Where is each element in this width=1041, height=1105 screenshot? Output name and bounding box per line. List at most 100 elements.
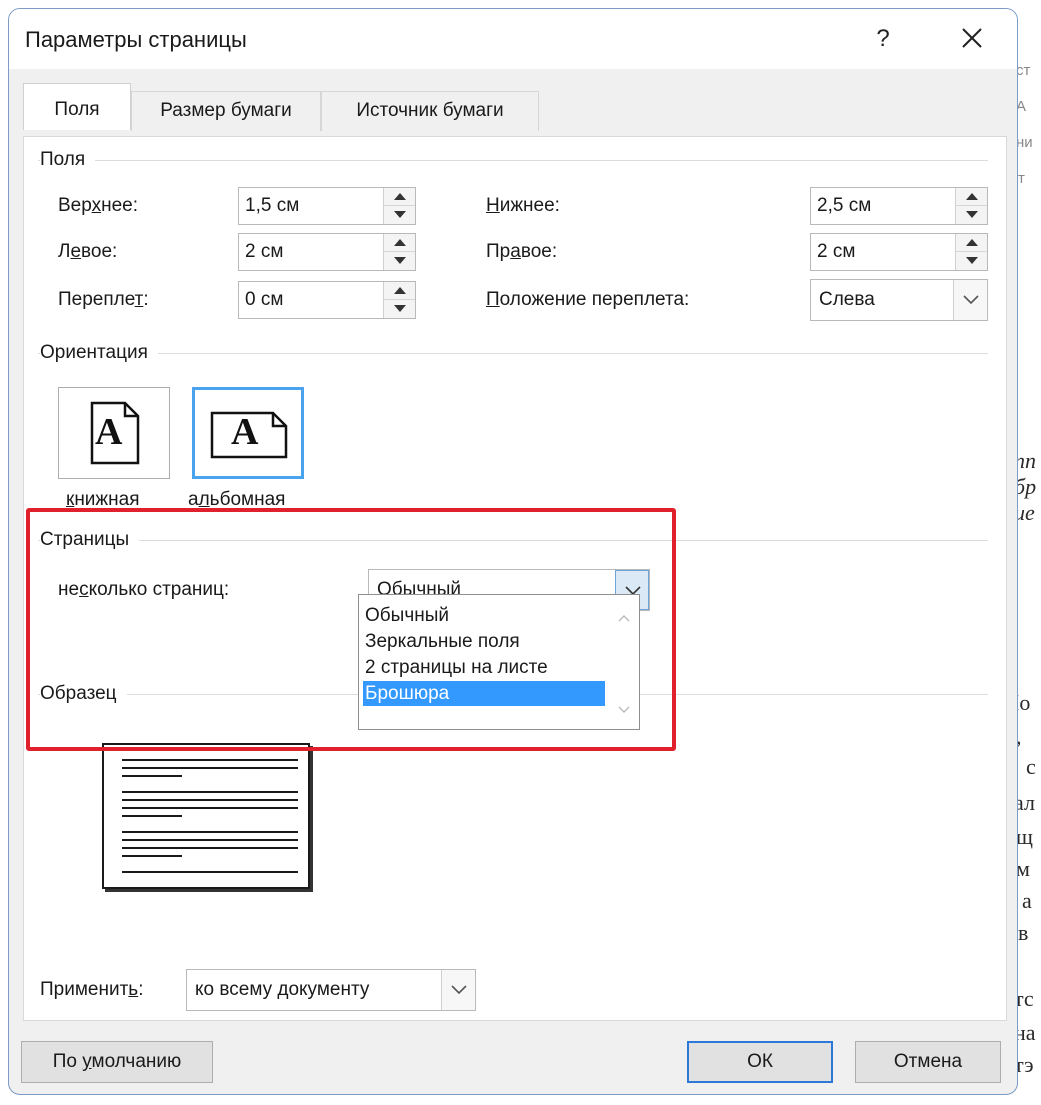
apply-to-label: Применить: bbox=[40, 979, 144, 1000]
set-as-default-button[interactable]: По умолчанию bbox=[21, 1041, 213, 1083]
arrow-up-icon bbox=[966, 193, 978, 200]
spin-up-button[interactable] bbox=[956, 188, 987, 206]
left-margin-stepper[interactable]: 2 см bbox=[238, 233, 416, 271]
chevron-down-icon bbox=[963, 295, 979, 305]
spin-down-button[interactable] bbox=[384, 206, 415, 224]
bg-text-fragment: т bbox=[1018, 170, 1025, 187]
dropdown-scrollbar[interactable] bbox=[609, 595, 639, 729]
chevron-down-icon bbox=[451, 985, 467, 995]
spin-down-button[interactable] bbox=[384, 252, 415, 270]
preview-line bbox=[122, 839, 298, 841]
preview-group-label: Образец bbox=[40, 683, 127, 705]
left-margin-value: 2 см bbox=[245, 241, 284, 262]
arrow-up-icon bbox=[394, 193, 406, 200]
arrow-down-icon bbox=[966, 257, 978, 264]
apply-to-select[interactable]: ко всему документу bbox=[186, 969, 476, 1011]
dropdown-button[interactable] bbox=[441, 970, 475, 1010]
spin-down-button[interactable] bbox=[956, 252, 987, 270]
preview-line bbox=[122, 847, 298, 849]
cancel-button[interactable]: Отмена bbox=[855, 1041, 1001, 1083]
title-bar: Параметры страницы ? bbox=[9, 9, 1017, 69]
dropdown-option-mirror-margins[interactable]: Зеркальные поля bbox=[363, 629, 605, 654]
arrow-up-icon bbox=[394, 287, 406, 294]
orientation-portrait-button[interactable]: A bbox=[58, 387, 170, 479]
gutter-position-select[interactable]: Слева bbox=[810, 279, 988, 321]
close-icon bbox=[962, 28, 982, 48]
multiple-pages-dropdown-list: Обычный Зеркальные поля 2 страницы на ли… bbox=[358, 594, 640, 730]
dropdown-option-normal[interactable]: Обычный bbox=[363, 603, 605, 628]
page-setup-dialog: Параметры страницы ? Поля Размер бумаги … bbox=[8, 8, 1018, 1095]
bottom-margin-stepper[interactable]: 2,5 см bbox=[810, 187, 988, 225]
apply-to-value: ко всему документу bbox=[195, 979, 370, 1000]
gutter-stepper[interactable]: 0 см bbox=[238, 281, 416, 319]
right-margin-stepper[interactable]: 2 см bbox=[810, 233, 988, 271]
landscape-label: альбомная bbox=[188, 489, 286, 510]
dropdown-option-two-pages-per-sheet[interactable]: 2 страницы на листе bbox=[363, 655, 605, 680]
landscape-glyph: A bbox=[231, 411, 259, 453]
gutter-position-value: Слева bbox=[819, 289, 875, 310]
spin-down-button[interactable] bbox=[384, 300, 415, 318]
arrow-up-icon bbox=[966, 239, 978, 246]
arrow-down-icon bbox=[394, 305, 406, 312]
group-divider bbox=[38, 540, 988, 541]
bg-text-fragment: ни bbox=[1016, 134, 1033, 151]
dropdown-button[interactable] bbox=[953, 280, 987, 320]
preview-line bbox=[122, 831, 298, 833]
group-divider bbox=[38, 353, 988, 354]
dropdown-option-book-fold[interactable]: Брошюра bbox=[363, 681, 605, 706]
arrow-down-icon bbox=[394, 257, 406, 264]
bottom-margin-label: Нижнее: bbox=[486, 195, 560, 216]
preview-line bbox=[122, 807, 298, 809]
top-margin-label: Верхнее: bbox=[58, 195, 138, 216]
bg-text-fragment: а bbox=[1022, 888, 1032, 913]
group-divider bbox=[38, 160, 988, 161]
gutter-position-label: Положение переплета: bbox=[486, 289, 690, 310]
arrow-down-icon bbox=[966, 211, 978, 218]
spin-down-button[interactable] bbox=[956, 206, 987, 224]
bg-text-fragment: в bbox=[1018, 920, 1029, 945]
left-margin-label: Левое: bbox=[58, 241, 118, 262]
preview-line bbox=[122, 871, 298, 873]
multiple-pages-label: несколько страниц: bbox=[58, 579, 230, 600]
gutter-label: Переплет: bbox=[58, 289, 149, 310]
tab-paper-source[interactable]: Источник бумаги bbox=[321, 91, 539, 131]
pages-group-label: Страницы bbox=[40, 529, 140, 551]
bottom-margin-value: 2,5 см bbox=[817, 195, 872, 216]
page-preview bbox=[102, 743, 310, 889]
preview-line bbox=[122, 815, 182, 817]
arrow-down-icon bbox=[394, 211, 406, 218]
preview-line bbox=[122, 791, 298, 793]
bg-text-fragment: м bbox=[1016, 856, 1030, 881]
preview-line bbox=[122, 775, 182, 777]
spin-up-button[interactable] bbox=[956, 234, 987, 252]
ok-button[interactable]: ОК bbox=[687, 1041, 833, 1083]
dialog-title: Параметры страницы bbox=[25, 27, 247, 52]
top-margin-stepper[interactable]: 1,5 см bbox=[238, 187, 416, 225]
scroll-down-icon[interactable] bbox=[617, 705, 631, 715]
margins-group-label: Поля bbox=[40, 149, 96, 171]
preview-line bbox=[122, 799, 298, 801]
bg-text-fragment: щ bbox=[1016, 824, 1033, 849]
tab-margins[interactable]: Поля bbox=[23, 83, 131, 130]
spin-up-button[interactable] bbox=[384, 234, 415, 252]
scroll-up-icon[interactable] bbox=[617, 613, 631, 623]
arrow-up-icon bbox=[394, 239, 406, 246]
preview-line bbox=[122, 855, 182, 857]
orientation-landscape-button[interactable]: A bbox=[192, 387, 304, 479]
help-button[interactable]: ? bbox=[863, 21, 903, 57]
right-margin-value: 2 см bbox=[817, 241, 856, 262]
top-margin-value: 1,5 см bbox=[245, 195, 300, 216]
preview-line bbox=[122, 759, 298, 761]
spin-up-button[interactable] bbox=[384, 188, 415, 206]
gutter-value: 0 см bbox=[245, 289, 284, 310]
bg-text-fragment: с bbox=[1026, 754, 1036, 779]
portrait-label: книжная bbox=[66, 489, 140, 510]
right-margin-label: Правое: bbox=[486, 241, 558, 262]
preview-line bbox=[122, 767, 298, 769]
portrait-glyph: A bbox=[95, 411, 123, 453]
spin-up-button[interactable] bbox=[384, 282, 415, 300]
orientation-group-label: Ориентация bbox=[40, 342, 158, 364]
tab-paper-size[interactable]: Размер бумаги bbox=[131, 91, 321, 131]
bg-text-fragment: ст bbox=[1016, 62, 1031, 79]
close-button[interactable] bbox=[949, 19, 995, 59]
